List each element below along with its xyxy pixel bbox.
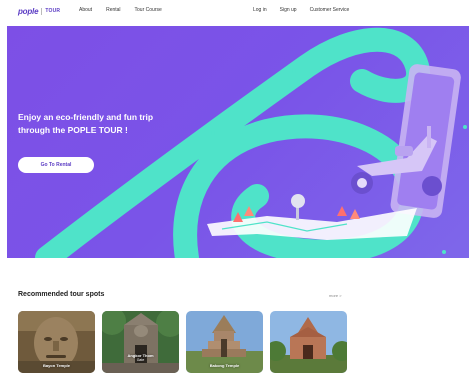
decor-dot [292,69,296,73]
banteay-srei-photo [270,311,347,373]
decor-dot [442,250,446,254]
tour-spot-name: Bayon Temple [42,363,71,368]
red-marker-icon [337,206,347,216]
page-frame: pople TOUR About Rental Tour Course Log … [0,0,469,385]
hero-heading: Enjoy an eco-friendly and fun trip throu… [18,111,238,136]
primary-nav: About Rental Tour Course [79,7,162,13]
hero-heading-line-1: Enjoy an eco-friendly and fun trip [18,112,154,122]
tour-spot-card[interactable]: Angkor Thom Gate [102,311,179,373]
map-pin-icon [291,194,305,220]
tour-spot-card[interactable]: Bakong Temple [186,311,263,373]
tour-spot-name: Bakong Temple [209,363,240,368]
tour-spot-card[interactable]: Bayon Temple [18,311,95,373]
red-marker-icon [350,209,360,219]
top-navigation-bar: pople TOUR About Rental Tour Course Log … [0,0,469,22]
go-to-rental-label: Go To Rental [40,162,72,168]
nav-rental[interactable]: Rental [106,7,120,13]
nav-customer-service[interactable]: Customer Service [310,7,350,13]
pople-tour-logo[interactable]: pople TOUR [18,6,60,16]
nav-tour-course[interactable]: Tour Course [135,7,162,13]
tour-spot-cards: Bayon Temple Angkor Thom Gate Bakong Tem… [18,311,347,373]
nav-about[interactable]: About [79,7,92,13]
logo-main-text: pople [18,6,39,16]
tour-spot-card[interactable] [270,311,347,373]
angkor-thom-gate-photo [102,311,179,373]
decor-dot [463,125,467,129]
recommended-section-title: Recommended tour spots [18,291,105,298]
more-link[interactable]: more > [329,293,342,298]
logo-sub-text: TOUR [45,8,61,14]
logo-divider [41,7,43,15]
hero-banner: Enjoy an eco-friendly and fun trip throu… [7,26,469,258]
nav-log-in[interactable]: Log in [253,7,267,13]
tour-spot-subtitle: Gate [136,358,145,362]
hero-illustration [35,27,467,258]
nav-sign-up[interactable]: Sign up [280,7,297,13]
account-nav: Log in Sign up Customer Service [253,7,349,13]
go-to-rental-button[interactable]: Go To Rental [18,157,94,173]
hero-heading-line-2: through the POPLE TOUR ! [18,124,128,135]
